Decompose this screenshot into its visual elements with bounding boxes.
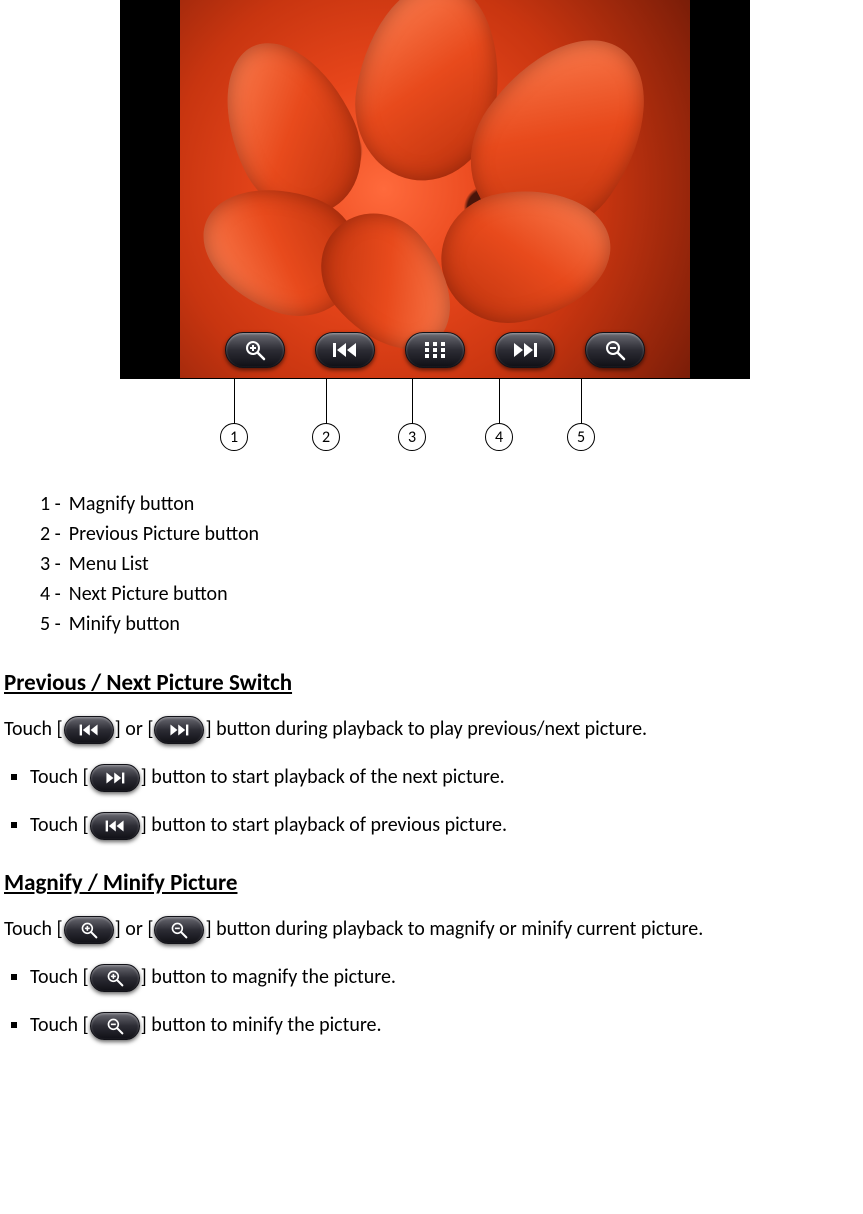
legend-item: 3 - Menu List bbox=[40, 549, 859, 579]
text: ] or [ bbox=[115, 717, 154, 741]
zoom-out-icon-inline bbox=[154, 916, 204, 944]
callout-number: 4 bbox=[485, 423, 513, 451]
legend-label: Previous Picture button bbox=[69, 519, 259, 549]
text: Touch [ bbox=[30, 965, 89, 989]
legend-label: Next Picture button bbox=[69, 579, 228, 609]
skip-back-icon bbox=[332, 341, 358, 359]
flower-image bbox=[180, 0, 690, 378]
zoom-in-icon-inline bbox=[90, 964, 140, 992]
text: Touch [ bbox=[4, 917, 63, 941]
bullet-next: Touch [ ] button to start playback of the… bbox=[30, 761, 859, 793]
callout-number: 3 bbox=[398, 423, 426, 451]
text: ] button during playback to magnify or m… bbox=[205, 917, 703, 941]
magnify-minify-intro: Touch [ ] or [ ] button during playback to… bbox=[4, 913, 859, 945]
zoom-in-icon bbox=[244, 339, 266, 361]
legend-label: Menu List bbox=[69, 549, 149, 579]
bullet-minify: Touch [ ] button to minify the picture. bbox=[30, 1009, 859, 1041]
legend-num: 4 - bbox=[40, 579, 61, 609]
legend-label: Minify button bbox=[69, 609, 180, 639]
prev-next-bullets: Touch [ ] button to start playback of the… bbox=[4, 761, 859, 841]
section-heading-prev-next: Previous / Next Picture Switch bbox=[4, 669, 859, 697]
zoom-out-icon bbox=[604, 339, 626, 361]
callout-3: 3 bbox=[398, 379, 426, 451]
text: ] button to start playback of the next p… bbox=[141, 765, 505, 789]
text: Touch [ bbox=[30, 765, 89, 789]
legend-label: Magnify button bbox=[69, 489, 195, 519]
zoom-out-icon-inline bbox=[90, 1012, 140, 1040]
text: ] button to magnify the picture. bbox=[141, 965, 396, 989]
section-heading-magnify-minify: Magnify / Minify Picture bbox=[4, 869, 859, 897]
magnify-minify-bullets: Touch [] button to magnify the picture. … bbox=[4, 961, 859, 1041]
callout-number: 2 bbox=[312, 423, 340, 451]
callout-4: 4 bbox=[485, 379, 513, 451]
device-screenshot bbox=[120, 0, 750, 379]
legend-num: 1 - bbox=[40, 489, 61, 519]
zoom-in-icon-inline bbox=[64, 916, 114, 944]
picture-viewer bbox=[120, 0, 750, 379]
skip-forward-icon-inline bbox=[90, 764, 140, 792]
text: Touch [ bbox=[4, 717, 63, 741]
legend-item: 5 - Minify button bbox=[40, 609, 859, 639]
prev-next-intro: Touch [ ] or [ ] button during playback to… bbox=[4, 713, 859, 745]
menu-list-button[interactable] bbox=[405, 332, 465, 368]
legend-num: 5 - bbox=[40, 609, 61, 639]
callout-number: 1 bbox=[220, 423, 248, 451]
callout-number: 5 bbox=[567, 423, 595, 451]
skip-back-icon-inline bbox=[64, 716, 114, 744]
skip-forward-icon-inline bbox=[154, 716, 204, 744]
skip-back-icon-inline bbox=[90, 812, 140, 840]
control-bar bbox=[120, 332, 750, 368]
callout-5: 5 bbox=[567, 379, 595, 451]
legend-num: 2 - bbox=[40, 519, 61, 549]
grid-icon bbox=[424, 341, 446, 359]
text: Touch [ bbox=[30, 1013, 89, 1037]
legend-item: 1 - Magnify button bbox=[40, 489, 859, 519]
magnify-button[interactable] bbox=[225, 332, 285, 368]
minify-button[interactable] bbox=[585, 332, 645, 368]
text: ] or [ bbox=[115, 917, 154, 941]
text: ] button to start playback of previous p… bbox=[141, 813, 507, 837]
callout-labels: 1 2 3 4 5 bbox=[120, 379, 750, 469]
button-legend: 1 - Magnify button 2 - Previous Picture bu… bbox=[40, 489, 859, 639]
legend-num: 3 - bbox=[40, 549, 61, 579]
text: ] button during playback to play previou… bbox=[205, 717, 647, 741]
bullet-previous: Touch [ ] button to start playback of pre… bbox=[30, 809, 859, 841]
callout-1: 1 bbox=[220, 379, 248, 451]
callout-2: 2 bbox=[312, 379, 340, 451]
previous-picture-button[interactable] bbox=[315, 332, 375, 368]
skip-forward-icon bbox=[512, 341, 538, 359]
text: ] button to minify the picture. bbox=[141, 1013, 382, 1037]
text: Touch [ bbox=[30, 813, 89, 837]
bullet-magnify: Touch [ ] button to magnify the picture. bbox=[30, 961, 859, 993]
legend-item: 4 - Next Picture button bbox=[40, 579, 859, 609]
legend-item: 2 - Previous Picture button bbox=[40, 519, 859, 549]
next-picture-button[interactable] bbox=[495, 332, 555, 368]
